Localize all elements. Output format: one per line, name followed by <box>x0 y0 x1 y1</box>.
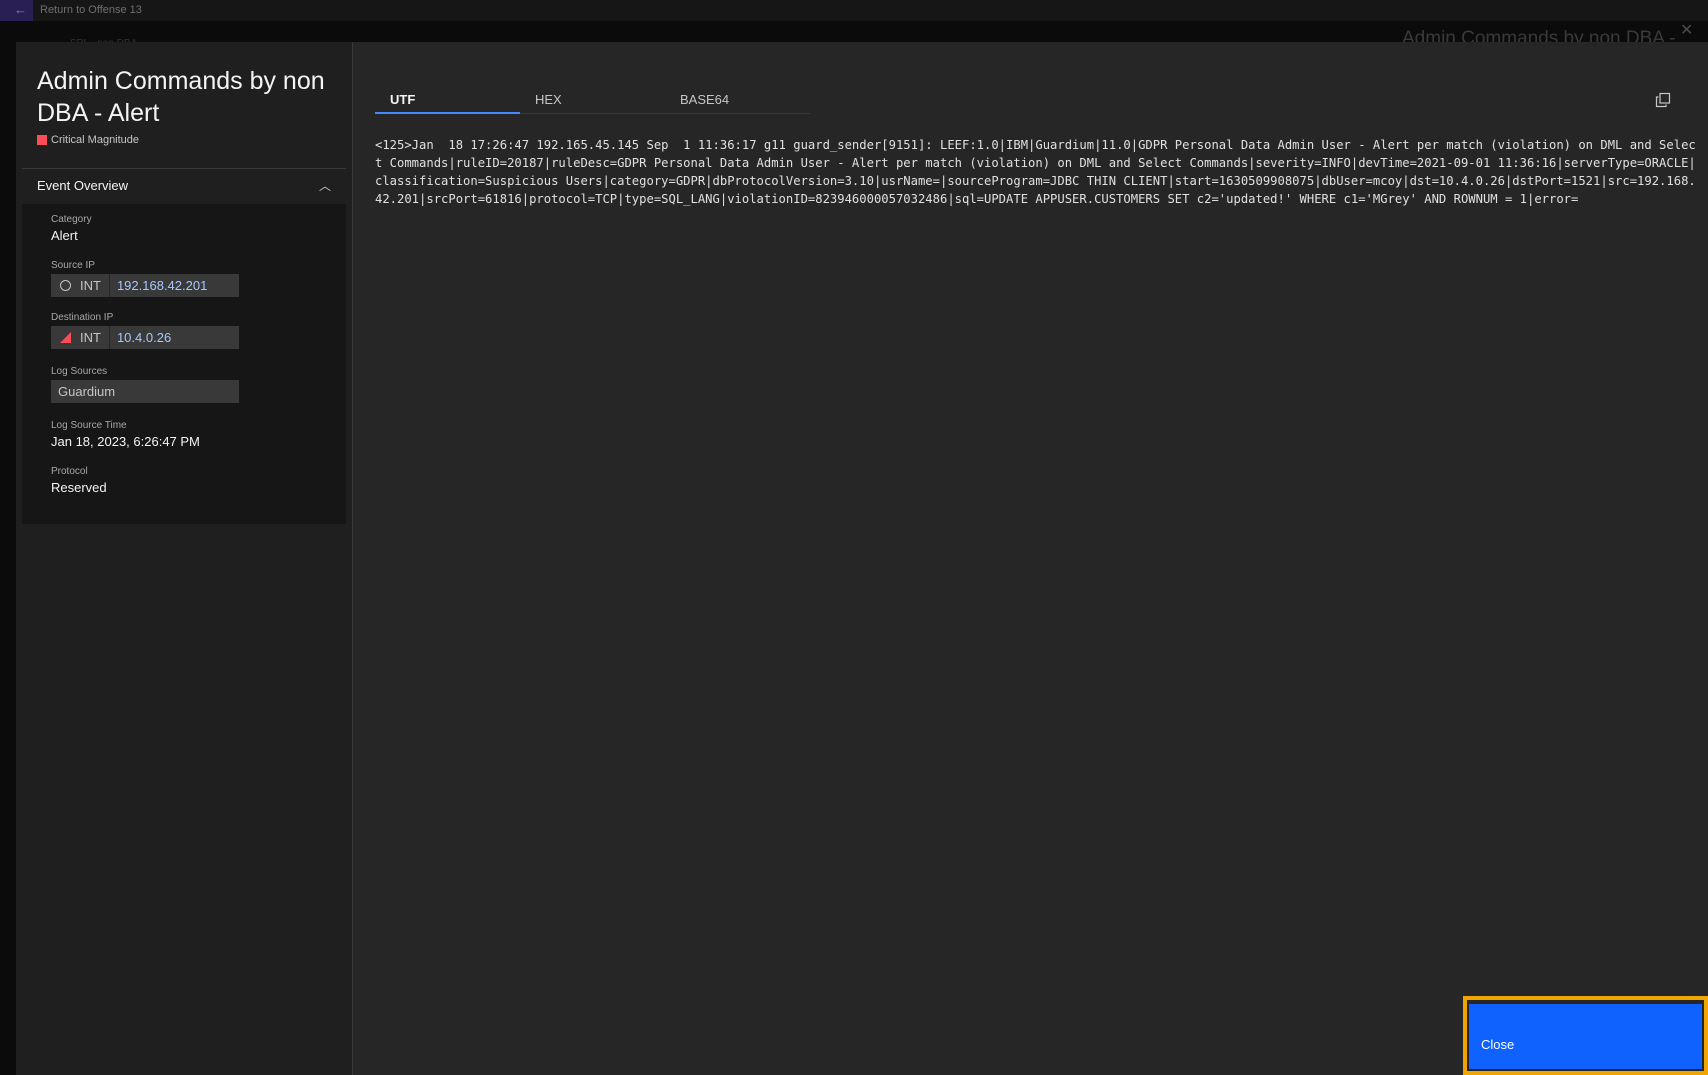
source-ip-field: Source IP INT 192.168.42.201 <box>51 260 239 297</box>
circle-icon <box>60 280 71 291</box>
category-label: Category <box>51 214 92 225</box>
close-button-focus-ring: Close <box>1463 996 1708 1075</box>
log-source-time-field: Log Source Time Jan 18, 2023, 6:26:47 PM <box>51 420 200 449</box>
background-close-icon[interactable]: ✕ <box>1680 20 1693 40</box>
category-value: Alert <box>51 228 78 243</box>
source-ip-flag: INT <box>51 274 110 297</box>
destination-ip-box[interactable]: INT 10.4.0.26 <box>51 326 239 349</box>
event-detail-modal: Admin Commands by non DBA - Alert Critic… <box>16 42 1708 1075</box>
event-overview-toggle[interactable]: Event Overview ︿ <box>22 168 346 202</box>
log-source-time-value: Jan 18, 2023, 6:26:47 PM <box>51 434 200 449</box>
source-ip-label: Source IP <box>51 260 95 271</box>
magnitude-indicator: Critical Magnitude <box>37 134 139 146</box>
log-sources-value[interactable]: Guardium <box>51 380 239 403</box>
source-ip-value[interactable]: 192.168.42.201 <box>110 278 207 293</box>
top-bar: ← Return to Offense 13 <box>0 0 1708 21</box>
destination-ip-value[interactable]: 10.4.0.26 <box>110 330 171 345</box>
log-sources-label: Log Sources <box>51 366 108 377</box>
tab-base64[interactable]: BASE64 <box>665 86 810 114</box>
arrow-left-icon: ← <box>14 2 27 17</box>
event-title: Admin Commands by non DBA - Alert <box>37 67 325 127</box>
source-ip-flag-label: INT <box>80 278 101 293</box>
event-overview-panel: Category Alert Source IP INT 192.168.42.… <box>22 204 346 524</box>
magnitude-label: Critical Magnitude <box>51 134 140 146</box>
log-source-time-label: Log Source Time <box>51 420 127 431</box>
destination-ip-flag: INT <box>51 326 110 349</box>
return-link[interactable]: Return to Offense 13 <box>40 4 142 16</box>
event-payload: <125>Jan 18 17:26:47 192.165.45.145 Sep … <box>375 138 1696 206</box>
event-sidebar: Admin Commands by non DBA - Alert Critic… <box>16 42 353 1075</box>
tab-utf[interactable]: UTF <box>375 86 520 114</box>
protocol-field: Protocol Reserved <box>51 466 107 495</box>
close-button[interactable]: Close <box>1469 1004 1702 1069</box>
magnitude-swatch-icon <box>37 135 47 145</box>
destination-ip-flag-label: INT <box>80 330 101 345</box>
chevron-up-icon: ︿ <box>318 179 331 193</box>
copy-icon[interactable] <box>1655 92 1671 113</box>
warning-triangle-icon <box>60 332 71 343</box>
log-sources-field: Log Sources Guardium <box>51 366 239 403</box>
category-field: Category Alert <box>51 214 92 243</box>
protocol-label: Protocol <box>51 466 88 477</box>
destination-ip-label: Destination IP <box>51 312 114 323</box>
tab-hex[interactable]: HEX <box>520 86 665 114</box>
event-overview-title: Event Overview <box>37 178 129 193</box>
source-ip-box[interactable]: INT 192.168.42.201 <box>51 274 239 297</box>
destination-ip-field: Destination IP INT 10.4.0.26 <box>51 312 239 349</box>
back-button[interactable]: ← <box>0 0 33 21</box>
encoding-tabs: UTF HEX BASE64 <box>375 86 810 114</box>
protocol-value: Reserved <box>51 480 107 495</box>
